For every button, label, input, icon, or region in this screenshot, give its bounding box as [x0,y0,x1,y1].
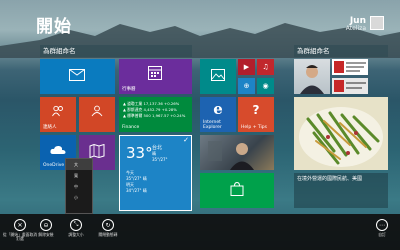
tile-people[interactable]: 連絡人 [40,97,76,132]
camera-icon: ◉ [262,81,269,90]
avatar[interactable] [370,16,384,30]
tile-xbox-games[interactable]: ⊕ [238,78,255,94]
resize-button[interactable]: ⤡ 調整大小 [58,219,94,237]
help-icon: ? [252,103,260,117]
food-photo-image [294,97,388,170]
tile-camera[interactable]: ◉ [257,78,274,94]
people-icon [52,105,63,117]
news-photo-image [208,141,254,170]
finance-row: ▲ 標準普爾 500 1,967.57 +0.24% [123,113,186,118]
tile-calendar-label: 行事曆 [122,87,136,92]
news-thumbnail [334,80,366,92]
group-label-left[interactable]: 為群組命名 [40,45,192,57]
tile-mail[interactable] [40,59,115,94]
tile-ie-label: Internet Explorer [203,120,222,130]
unpin-icon: ✕ [14,219,26,231]
uninstall-icon: ⊖ [40,219,52,231]
tile-music[interactable]: ♫ [257,59,274,75]
ie-icon: e [213,100,223,118]
tile-news-small-2[interactable] [332,78,368,94]
tile-finance-label: Finance [122,125,140,130]
tile-help-tips[interactable]: ? Help + Tips [238,97,274,132]
tile-news-headline[interactable]: 在境外營運的國際民航、美國 [294,173,388,208]
video-icon: ▶ [243,62,250,71]
news-person-image [300,65,324,94]
shopping-bag-icon [230,182,244,196]
tile-weather[interactable]: 33° 台北 晴 35°/27° 今天 35°/27° 晴 明天 34°/27°… [119,135,192,211]
start-title: 開始 [36,17,72,37]
resize-icon: ⤡ [70,219,82,231]
tile-photos[interactable] [200,59,236,94]
weather-city: 台北 [152,145,163,151]
tile-food-photo[interactable] [294,97,388,170]
photo-icon [211,69,225,81]
user-subtitle: Ateliza [345,25,366,32]
tile-store[interactable] [200,173,274,208]
tile-video[interactable]: ▶ [238,59,255,75]
tile-news-person[interactable] [294,59,330,94]
size-option-medium[interactable]: 中 [66,181,92,192]
customize-label: 自訂 [378,232,386,237]
tile-help-label: Help + Tips [241,125,267,130]
tile-people-2[interactable] [79,97,115,132]
live-tile-off-label: 關閉動態磚 [98,232,118,237]
user-account[interactable]: Jun Ateliza [346,17,366,32]
tile-onedrive-label: OneDrive [43,163,65,168]
gamepad-icon: ⊕ [243,81,250,90]
live-tile-off-button[interactable]: ↻ 關閉動態磚 [90,219,126,237]
tile-size-menu: 大 寬 中 小 [65,158,93,214]
people-icon [91,105,103,117]
news-thumbnail [334,61,366,73]
calendar-icon [148,66,162,80]
headphones-icon: ♫ [262,62,269,71]
mail-icon [69,69,85,81]
checkmark-icon: ✓ [183,136,189,144]
news-headline: 在境外營運的國際民航、美國 [297,176,363,182]
customize-button[interactable]: ⋯ 自訂 [364,219,400,237]
map-icon [89,144,105,158]
resize-label: 調整大小 [68,232,84,237]
live-tile-off-icon: ↻ [102,219,114,231]
weather-temperature: 33° [126,144,153,162]
tile-calendar[interactable]: 行事曆 [119,59,192,94]
more-icon: ⋯ [376,219,388,231]
tile-news-small-1[interactable] [332,59,368,75]
tile-internet-explorer[interactable]: e Internet Explorer [200,97,236,132]
tile-finance[interactable]: ▲ 道瓊工業 17,137.36 +0.26% ▲ 那斯達克 4,452.79 … [119,97,192,132]
tile-people-label: 連絡人 [43,125,57,130]
size-option-large[interactable]: 大 [66,159,92,170]
weather-forecast: 34°/27° 晴 [126,188,147,193]
size-option-wide[interactable]: 寬 [66,170,92,181]
weather-range: 35°/27° [152,157,168,162]
cloud-icon [50,145,66,154]
group-label-right[interactable]: 為群組命名 [294,45,388,57]
size-option-small[interactable]: 小 [66,192,92,203]
app-bar: ✕ 從「開始」畫面取消釘選 ⊖ 解除安裝 ⤡ 調整大小 ↻ 關閉動態磚 ⋯ 自訂 [0,214,400,250]
tile-news-photo[interactable] [200,135,274,170]
